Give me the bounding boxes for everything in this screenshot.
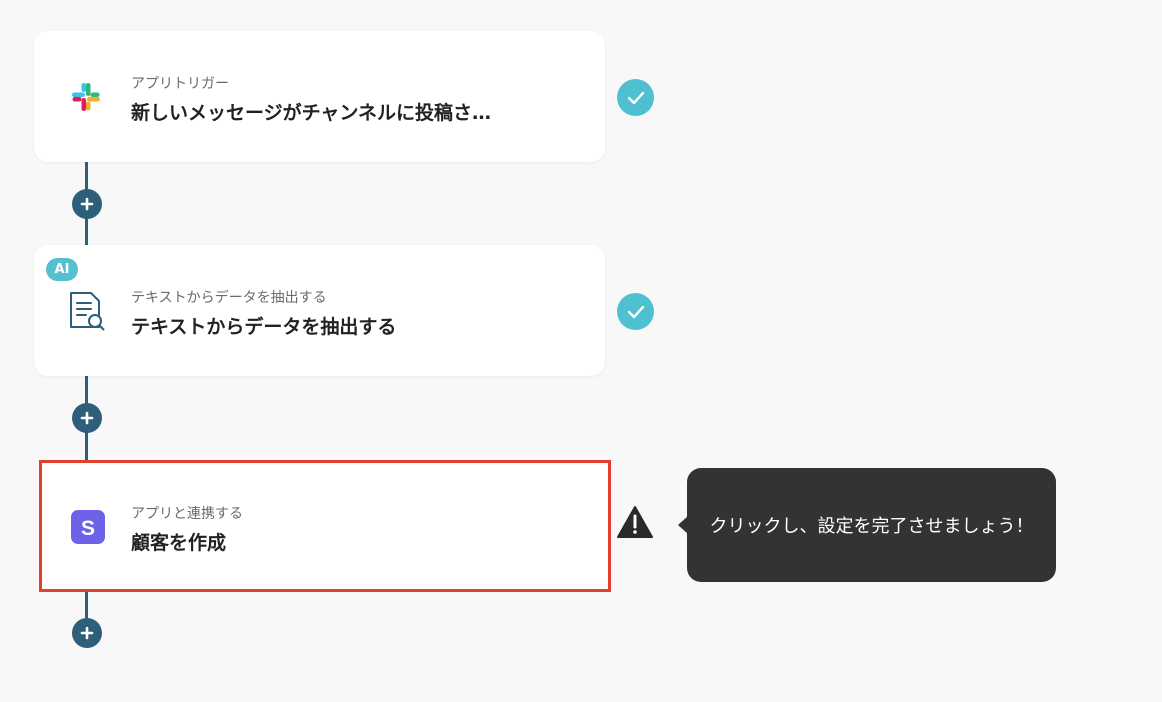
flow-step-card[interactable]: テキストからデータを抽出する テキストからデータを抽出する	[34, 245, 605, 376]
step-subtitle: アプリトリガー	[131, 76, 229, 92]
check-circle-icon	[617, 79, 654, 116]
svg-text:S: S	[81, 517, 95, 540]
step-title: テキストからデータを抽出する	[131, 316, 397, 338]
step-title: 顧客を作成	[131, 532, 227, 554]
step-subtitle: アプリと連携する	[131, 506, 243, 522]
tooltip-text: クリックし、設定を完了させましょう！	[709, 516, 1034, 537]
plus-icon	[80, 411, 94, 425]
slack-icon	[67, 78, 105, 116]
add-step-button[interactable]	[72, 189, 102, 219]
step-subtitle: テキストからデータを抽出する	[131, 290, 327, 306]
tooltip: クリックし、設定を完了させましょう！	[678, 468, 1056, 582]
warning-icon	[616, 505, 654, 539]
add-step-button[interactable]	[72, 618, 102, 648]
plus-icon	[80, 626, 94, 640]
stripe-icon: S	[70, 509, 108, 547]
flow-connector	[85, 588, 88, 618]
flow-step-card-highlighted[interactable]: S アプリと連携する 顧客を作成	[39, 460, 611, 592]
document-search-icon	[67, 292, 105, 331]
ai-badge: AI	[46, 258, 78, 281]
check-circle-icon	[617, 293, 654, 330]
add-step-button[interactable]	[72, 403, 102, 433]
plus-icon	[80, 197, 94, 211]
flow-step-card[interactable]: アプリトリガー 新しいメッセージがチャンネルに投稿さ…	[34, 31, 605, 162]
step-title: 新しいメッセージがチャンネルに投稿さ…	[131, 102, 492, 124]
